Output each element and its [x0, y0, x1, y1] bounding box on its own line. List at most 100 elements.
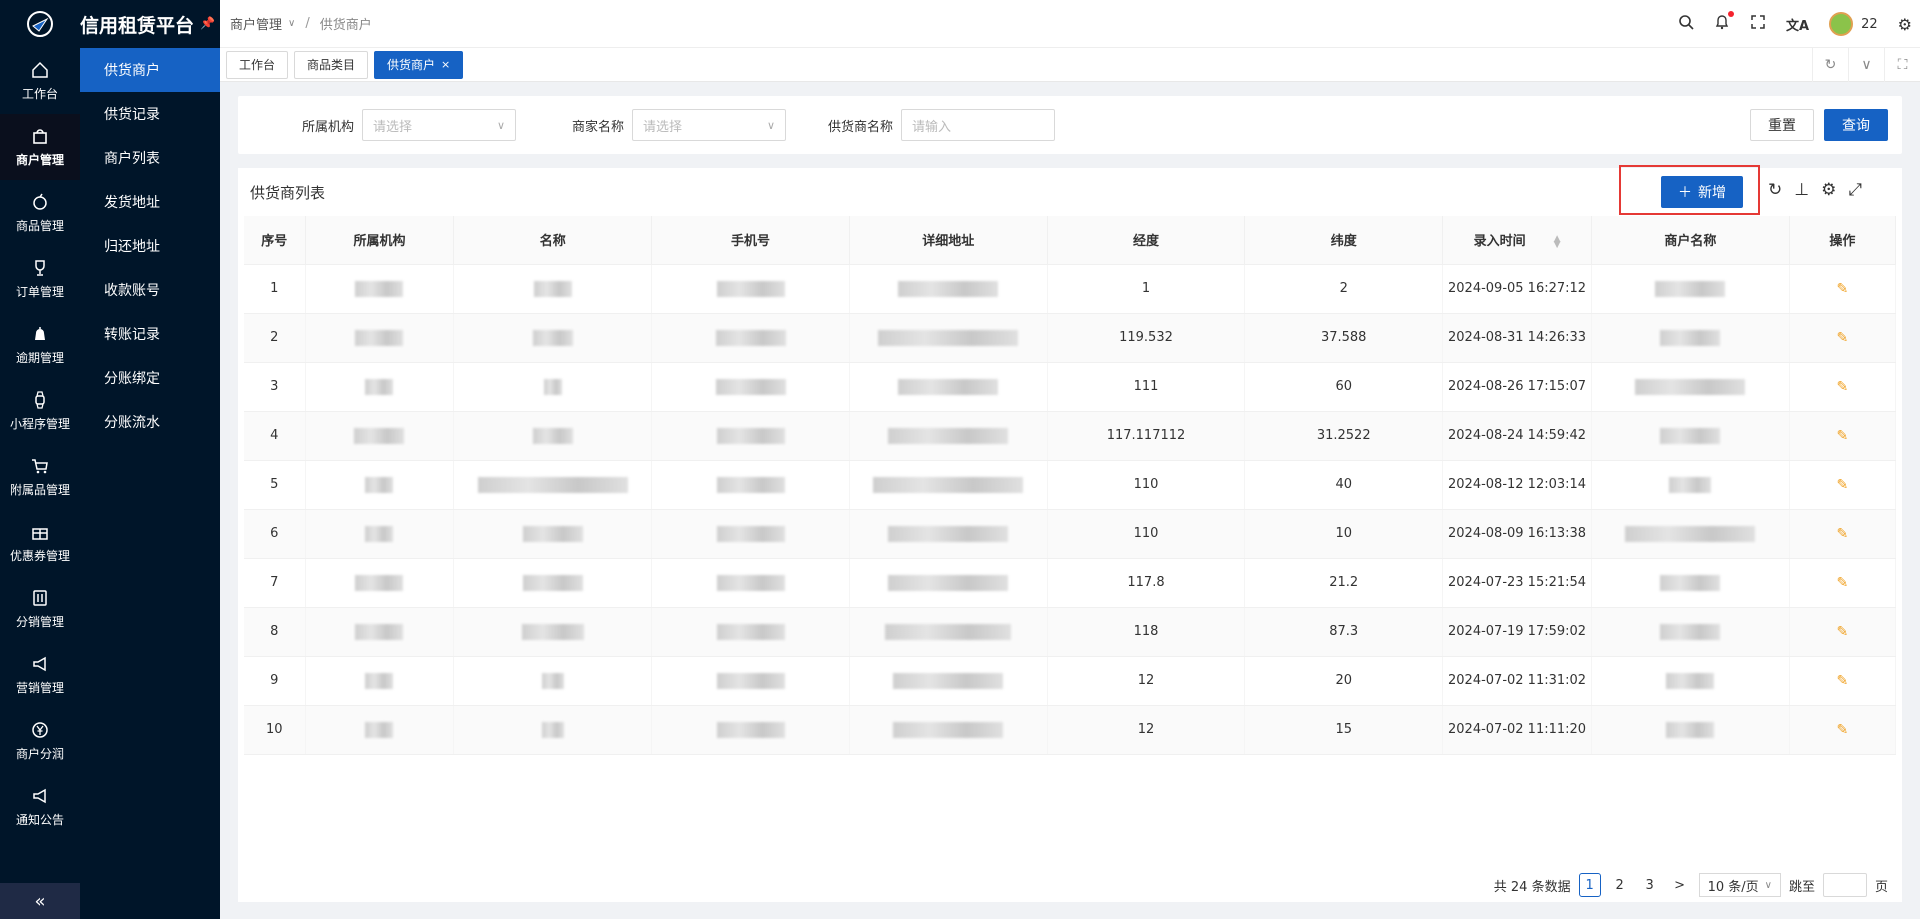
rail-item[interactable]: 商户管理 [0, 114, 80, 180]
breadcrumb-item-merchant[interactable]: 商户管理 [230, 14, 282, 33]
next-page-button[interactable]: > [1669, 873, 1691, 897]
pin-icon[interactable]: 📌 [200, 16, 215, 30]
cell-org [305, 460, 455, 510]
fullscreen-icon[interactable]: ⤢ [1848, 180, 1862, 200]
cell-time: 2024-08-12 12:03:14 [1442, 460, 1592, 510]
subnav-item[interactable]: 归还地址 [80, 224, 220, 268]
page-2[interactable]: 2 [1609, 873, 1631, 897]
gear-icon[interactable]: ⚙ [1821, 180, 1836, 200]
subnav-item[interactable]: 发货地址 [80, 180, 220, 224]
cell-org [305, 607, 455, 657]
merchant-select[interactable]: 请选择 ∨ [632, 109, 787, 141]
bell-icon[interactable] [1714, 11, 1735, 34]
redacted-cell [365, 721, 394, 738]
column-header-label: 名称 [539, 234, 566, 250]
close-icon[interactable]: × [441, 58, 450, 71]
edit-icon[interactable]: ✎ [1837, 330, 1849, 346]
edit-icon[interactable]: ✎ [1837, 722, 1849, 738]
cell-action: ✎ [1789, 313, 1897, 363]
sort-icon[interactable]: ▲ ▼ [1554, 234, 1561, 249]
subnav-item[interactable]: 分账绑定 [80, 356, 220, 400]
rail-item-label: 营销管理 [15, 681, 64, 695]
rail-item[interactable]: 商户分润 [0, 708, 80, 774]
rail-item[interactable]: 逾期管理 [0, 312, 80, 378]
page-1[interactable]: 1 [1578, 873, 1601, 897]
cell-no: 7 [244, 558, 306, 608]
column-header[interactable]: 录入时间 ▲ ▼ [1442, 216, 1592, 265]
rail-item[interactable]: 附属品管理 [0, 444, 80, 510]
search-icon[interactable] [1678, 14, 1694, 34]
redacted-cell [716, 427, 785, 444]
supplier-input[interactable]: 请输入 [901, 109, 1056, 141]
add-button-label: 新增 [1698, 185, 1726, 201]
tab-category[interactable]: 商品类目 [294, 50, 369, 79]
tab-supplier[interactable]: 供货商户 × [374, 50, 464, 79]
search-button[interactable]: 查询 [1824, 109, 1888, 141]
redacted-cell [355, 574, 404, 591]
edit-icon[interactable]: ✎ [1837, 673, 1849, 689]
add-button[interactable]: ＋ 新增 [1661, 176, 1743, 208]
app-title-text: 信用租赁平台 [80, 14, 195, 37]
cell-time: 2024-07-02 11:11:20 [1442, 705, 1592, 755]
edit-icon[interactable]: ✎ [1837, 428, 1849, 444]
rail-item[interactable]: 优惠券管理 [0, 510, 80, 576]
rail-item-label: 商品管理 [15, 219, 64, 233]
cell-no: 9 [244, 656, 306, 706]
subnav-item[interactable]: 转账记录 [80, 312, 220, 356]
cell-org [305, 656, 455, 706]
supplier-table: 序号 所属机构 名称 手机号 详细地址 经度 纬度 录入时间 ▲ ▼ 商户名称 操作 1 1 2 2024-… [244, 216, 1897, 755]
org-select[interactable]: 请选择 ∨ [362, 109, 517, 141]
fullscreen-icon[interactable] [1750, 14, 1766, 34]
subnav-item[interactable]: 分账流水 [80, 400, 220, 444]
cell-latitude: 37.588 [1244, 313, 1444, 363]
table-row: 2 119.532 37.588 2024-08-31 14:26:33 ✎ [244, 313, 1897, 363]
refresh-tab-icon[interactable]: ↻ [1812, 48, 1848, 82]
rail-item[interactable]: 工作台 [0, 48, 80, 114]
edit-icon[interactable]: ✎ [1837, 477, 1849, 493]
redacted-cell [365, 476, 394, 493]
redacted-cell [716, 280, 785, 297]
edit-icon[interactable]: ✎ [1837, 575, 1849, 591]
subnav-item[interactable]: 收款账号 [80, 268, 220, 312]
megaphone-icon [33, 788, 46, 804]
subnav-item[interactable]: 商户列表 [80, 136, 220, 180]
chevron-down-icon[interactable]: ∨ [1848, 48, 1884, 82]
gear-icon[interactable]: ⚙ [1898, 15, 1912, 34]
user-name[interactable]: 22 [1861, 17, 1878, 32]
rail-item[interactable]: 小程序管理 [0, 378, 80, 444]
cell-merchant [1591, 460, 1790, 510]
maximize-icon[interactable]: ⛶ [1884, 48, 1920, 82]
rail-item-label: 优惠券管理 [9, 549, 70, 563]
cell-no: 3 [244, 362, 306, 412]
refresh-icon[interactable]: ↻ [1768, 180, 1782, 200]
cell-longitude: 118 [1047, 607, 1246, 657]
translate-icon[interactable]: 文A [1786, 15, 1809, 34]
rail-item[interactable]: 订单管理 [0, 246, 80, 312]
edit-icon[interactable]: ✎ [1837, 624, 1849, 640]
reset-button[interactable]: 重置 [1750, 109, 1814, 141]
page-size-select[interactable]: 10 条/页 ∨ [1698, 873, 1781, 897]
cell-name [453, 558, 653, 608]
jump-input[interactable] [1822, 873, 1867, 897]
cell-name [453, 656, 653, 706]
avatar[interactable] [1829, 12, 1854, 36]
page-3[interactable]: 3 [1639, 873, 1661, 897]
rail-item[interactable]: 营销管理 [0, 642, 80, 708]
redacted-cell [1660, 623, 1721, 640]
collapse-sidebar-button[interactable]: « [0, 883, 80, 919]
edit-icon[interactable]: ✎ [1837, 526, 1849, 542]
subnav-item[interactable]: 供货记录 [80, 92, 220, 136]
rail-item[interactable]: 通知公告 [0, 774, 80, 840]
column-header: 手机号 [651, 216, 850, 265]
cell-latitude: 31.2522 [1244, 411, 1444, 461]
rail-item[interactable]: 商品管理 [0, 180, 80, 246]
cell-action: ✎ [1789, 264, 1897, 314]
cell-merchant [1591, 607, 1790, 657]
alarm-icon [35, 327, 45, 340]
rail-item[interactable]: 分销管理 [0, 576, 80, 642]
tab-workbench[interactable]: 工作台 [226, 50, 289, 79]
edit-icon[interactable]: ✎ [1837, 281, 1849, 297]
subnav-item[interactable]: 供货商户 [80, 48, 220, 92]
column-height-icon[interactable]: ⊥ [1794, 180, 1809, 200]
edit-icon[interactable]: ✎ [1837, 379, 1849, 395]
